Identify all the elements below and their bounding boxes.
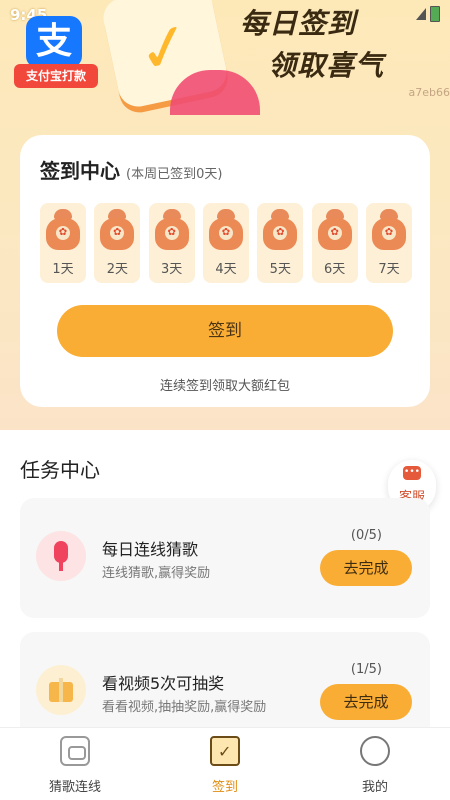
task-go-button[interactable]: 去完成 bbox=[320, 550, 412, 586]
nav-label: 签到 bbox=[211, 780, 238, 795]
day-item[interactable]: ✿ 3天 bbox=[148, 203, 195, 283]
lucky-bag-icon: ✿ bbox=[371, 209, 406, 251]
banner: ✓ 支 支付宝打款 每日签到 领取喜气 a7eb66 bbox=[0, 0, 450, 130]
lucky-bag-icon: ✿ bbox=[263, 209, 298, 251]
lucky-bag-icon: ✿ bbox=[46, 209, 80, 251]
task-center: 任务中心 ••• 客服 每日连线猜歌 连线猜歌,赢得奖励 (0/5) 去完成 看… bbox=[0, 430, 450, 752]
task-center-title: 任务中心 bbox=[20, 458, 100, 482]
sign-in-title: 签到中心 bbox=[40, 159, 120, 183]
nav-item-guess-song[interactable]: 猜歌连线 bbox=[0, 728, 150, 800]
alipay-logo: 支 支付宝打款 bbox=[14, 16, 98, 92]
day-item[interactable]: ✿ 4天 bbox=[202, 203, 249, 283]
day-item[interactable]: ✿ 5天 bbox=[257, 203, 304, 283]
lucky-bag-icon: ✿ bbox=[100, 209, 135, 251]
task-name: 每日连线猜歌 bbox=[102, 540, 199, 559]
alipay-logo-mark: 支 bbox=[26, 16, 82, 68]
lucky-bag-icon: ✿ bbox=[317, 209, 352, 251]
sign-in-hint: 连续签到领取大额红包 bbox=[159, 379, 290, 394]
sign-in-button[interactable]: 签到 bbox=[57, 305, 393, 357]
day-item[interactable]: ✿ 1天 bbox=[40, 203, 86, 283]
lucky-bag-icon: ✿ bbox=[208, 209, 243, 251]
day-label: 3天 bbox=[161, 262, 183, 277]
day-item[interactable]: ✿ 6天 bbox=[311, 203, 358, 283]
task-item: 每日连线猜歌 连线猜歌,赢得奖励 (0/5) 去完成 bbox=[20, 498, 430, 618]
day-label: 5天 bbox=[269, 262, 291, 277]
microphone-icon bbox=[36, 531, 86, 581]
chat-icon: ••• bbox=[403, 466, 421, 480]
gift-icon bbox=[36, 665, 86, 715]
day-label: 7天 bbox=[378, 262, 400, 277]
task-go-button[interactable]: 去完成 bbox=[320, 684, 412, 720]
day-label: 1天 bbox=[52, 262, 74, 277]
task-progress: (0/5) bbox=[350, 528, 382, 543]
bottom-nav: 猜歌连线 ✓ 签到 我的 bbox=[0, 727, 450, 800]
day-label: 4天 bbox=[215, 262, 237, 277]
user-icon bbox=[360, 736, 390, 766]
task-description: 看看视频,抽抽奖励,赢得奖励 bbox=[102, 700, 267, 715]
banner-code: a7eb66 bbox=[408, 86, 450, 99]
nav-item-mine[interactable]: 我的 bbox=[300, 728, 450, 800]
task-name: 看视频5次可抽奖 bbox=[102, 674, 225, 693]
sign-in-card: 签到中心 (本周已签到0天) ✿ 1天 ✿ 2天 ✿ 3天 ✿ 4天 ✿ 5天 ✿ 6天 ✿… bbox=[20, 135, 430, 407]
day-label: 6天 bbox=[324, 262, 346, 277]
task-progress: (1/5) bbox=[350, 662, 382, 677]
task-description: 连线猜歌,赢得奖励 bbox=[102, 566, 211, 581]
banner-title-line2: 领取喜气 bbox=[268, 49, 385, 82]
day-label: 2天 bbox=[106, 262, 128, 277]
sign-in-header: 签到中心 (本周已签到0天) bbox=[40, 155, 222, 184]
nav-label: 我的 bbox=[361, 780, 388, 795]
nav-item-sign-in[interactable]: ✓ 签到 bbox=[150, 728, 300, 800]
sign-in-days: ✿ 1天 ✿ 2天 ✿ 3天 ✿ 4天 ✿ 5天 ✿ 6天 ✿ 7天 bbox=[40, 203, 412, 283]
game-icon bbox=[60, 736, 90, 766]
day-item[interactable]: ✿ 2天 bbox=[94, 203, 141, 283]
calendar-check-icon: ✓ bbox=[210, 736, 240, 766]
lucky-bag-icon: ✿ bbox=[154, 209, 189, 251]
sign-in-subtitle: (本周已签到0天) bbox=[126, 167, 223, 182]
alipay-logo-tag: 支付宝打款 bbox=[14, 64, 98, 88]
day-item[interactable]: ✿ 7天 bbox=[365, 203, 412, 283]
banner-title-line1: 每日签到 bbox=[240, 7, 357, 40]
nav-label: 猜歌连线 bbox=[48, 780, 101, 795]
